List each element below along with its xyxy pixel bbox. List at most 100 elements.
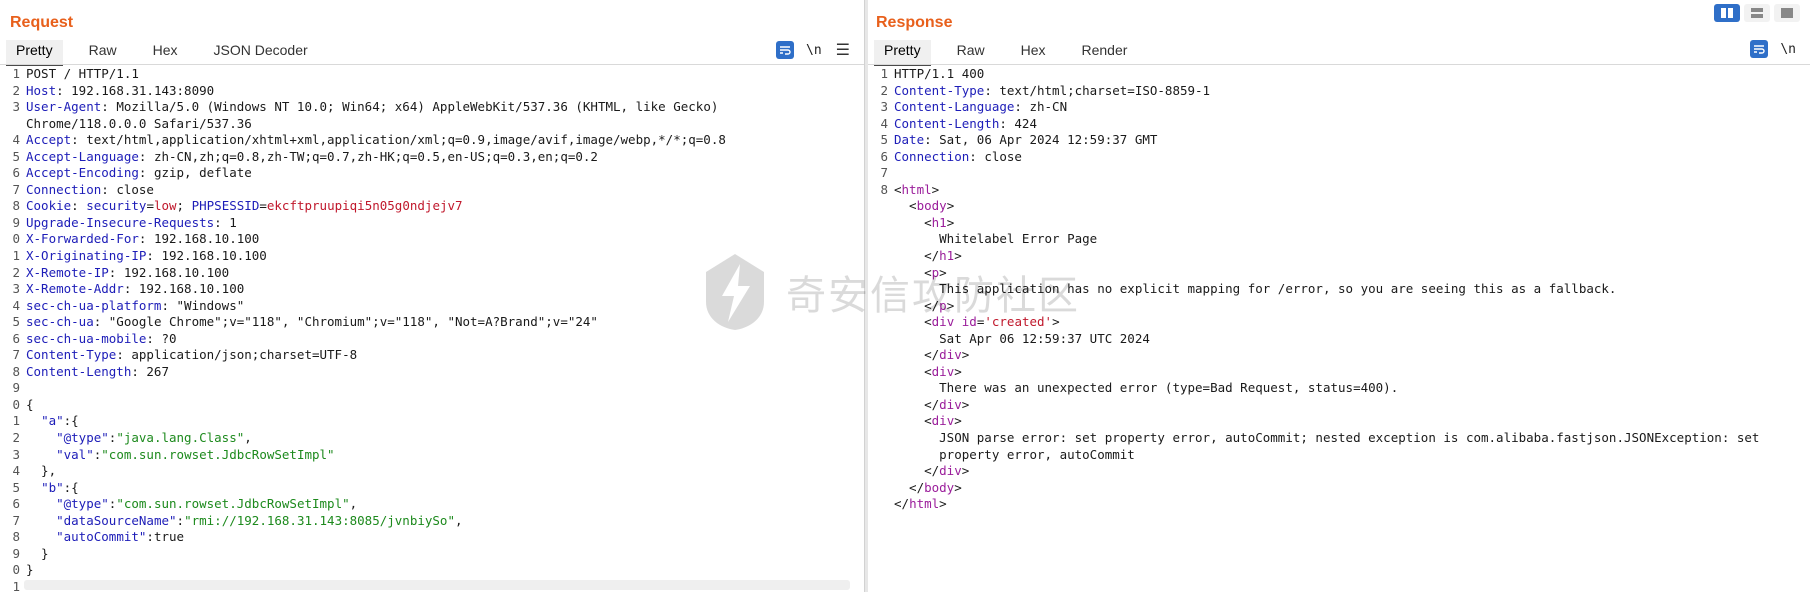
line-number: [868, 447, 894, 464]
line-content: This application has no explicit mapping…: [894, 281, 1616, 298]
line-content: User-Agent: Mozilla/5.0 (Windows NT 10.0…: [26, 99, 718, 116]
code-token: X-Forwarded-For: [26, 231, 139, 247]
newline-toggle[interactable]: \n: [806, 43, 822, 58]
code-token: "autoCommit": [56, 529, 147, 545]
line-content: Cookie: security=low; PHPSESSID=ekcftpru…: [26, 198, 463, 215]
code-line: 4 sec-ch-ua-platform: "Windows": [0, 298, 864, 315]
line-content: <div>: [894, 364, 962, 381]
code-line: 8 <html>: [868, 182, 1810, 199]
code-line: <body>: [868, 198, 1810, 215]
code-line: 8 Content-Length: 267: [0, 364, 864, 381]
line-number: 5: [12, 148, 20, 164]
single-pane-icon[interactable]: [1774, 4, 1800, 22]
response-title: Response: [876, 14, 953, 31]
tab-divider: [0, 64, 864, 65]
code-token: "com.sun.rowset.JdbcRowSetImpl": [116, 496, 350, 512]
code-token: =: [146, 198, 154, 214]
response-editor[interactable]: 1 HTTP/1.1 400 2 Content-Type: text/html;ch…: [868, 66, 1810, 592]
line-number: [0, 116, 26, 133]
code-line: 6 "@type":"com.sun.rowset.JdbcRowSetImpl…: [0, 496, 864, 513]
code-line: </div>: [868, 397, 1810, 414]
code-token: {: [26, 396, 34, 412]
line-number: 0: [12, 562, 20, 578]
wrap-lines-icon[interactable]: [1750, 40, 1769, 58]
line-content: Accept: text/html,application/xhtml+xml,…: [26, 132, 726, 149]
wrap-lines-icon[interactable]: [776, 41, 794, 59]
code-line: 2 "@type":"java.lang.Class",: [0, 430, 864, 447]
line-content: Whitelabel Error Page: [894, 231, 1097, 248]
code-token: >: [961, 396, 970, 412]
line-content: <p>: [894, 265, 947, 282]
split-horizontal-icon[interactable]: [1714, 4, 1740, 22]
line-content: Content-Type: text/html;charset=ISO-8859…: [894, 83, 1210, 100]
code-token: >: [961, 347, 970, 363]
line-content: Upgrade-Insecure-Requests: 1: [26, 215, 237, 232]
line-number: 7: [12, 512, 20, 528]
tab-render[interactable]: Render: [1072, 40, 1138, 64]
code-token: : 192.168.10.100: [123, 281, 245, 297]
split-vertical-icon[interactable]: [1744, 4, 1770, 22]
code-token: >: [954, 248, 962, 264]
code-token: : 192.168.10.100: [138, 231, 260, 247]
code-token: sec-ch-ua-platform: [26, 297, 162, 313]
code-token: Content-Length: [26, 363, 132, 379]
menu-icon[interactable]: ☰: [836, 40, 850, 60]
code-token: Accept: [26, 132, 72, 148]
code-line: 5 Date: Sat, 06 Apr 2024 12:59:37 GMT: [868, 132, 1810, 149]
line-number: 5: [880, 132, 888, 148]
line-content: "b":{: [26, 480, 79, 497]
tab-raw[interactable]: Raw: [79, 40, 127, 64]
line-content: Sat Apr 06 12:59:37 UTC 2024: [894, 331, 1150, 348]
code-token: : Mozilla/5.0 (Windows NT 10.0; Win64; x…: [101, 99, 719, 115]
code-line: 5 Accept-Language: zh-CN,zh;q=0.8,zh-TW;q…: [0, 149, 864, 166]
code-line: 3 User-Agent: Mozilla/5.0 (Windows NT 10.…: [0, 99, 864, 116]
line-content: X-Remote-Addr: 192.168.10.100: [26, 281, 244, 298]
code-token: "com.sun.rowset.JdbcRowSetImpl": [101, 446, 335, 462]
line-number: 3: [880, 99, 888, 115]
code-line: 7: [868, 165, 1810, 182]
code-line: This application has no explicit mapping…: [868, 281, 1810, 298]
line-content: property error, autoCommit: [894, 447, 1135, 464]
line-number: 3: [12, 446, 20, 462]
code-line: </h1>: [868, 248, 1810, 265]
code-token: <: [894, 198, 917, 214]
line-number: 6: [12, 496, 20, 512]
tab-pretty[interactable]: Pretty: [874, 40, 931, 66]
code-line: </p>: [868, 298, 1810, 315]
code-token: </: [894, 463, 940, 479]
response-tabs: Pretty Raw Hex Render: [874, 40, 1153, 66]
tab-hex[interactable]: Hex: [143, 40, 188, 64]
code-token: "b": [41, 479, 64, 495]
code-line: 1 "a":{: [0, 413, 864, 430]
newline-toggle[interactable]: \n: [1780, 42, 1796, 57]
code-token: ,: [455, 512, 463, 528]
code-token: X-Remote-Addr: [26, 281, 124, 297]
code-token: >: [931, 181, 940, 197]
code-line: <p>: [868, 265, 1810, 282]
line-number: [868, 397, 894, 414]
line-content: },: [26, 463, 56, 480]
tab-raw[interactable]: Raw: [947, 40, 995, 64]
code-line: 1 X-Originating-IP: 192.168.10.100: [0, 248, 864, 265]
line-number: 1: [12, 413, 20, 429]
line-content: Date: Sat, 06 Apr 2024 12:59:37 GMT: [894, 132, 1157, 149]
tab-hex[interactable]: Hex: [1011, 40, 1056, 64]
line-number: 4: [880, 115, 888, 131]
horizontal-scrollbar[interactable]: [24, 580, 850, 590]
code-token: X-Originating-IP: [26, 248, 147, 264]
line-number: [868, 331, 894, 348]
line-content: <h1>: [894, 215, 954, 232]
code-token: Whitelabel Error Page: [894, 231, 1098, 247]
tab-pretty[interactable]: Pretty: [6, 40, 63, 66]
request-editor[interactable]: 1 POST / HTTP/1.1 2 Host: 192.168.31.143:80…: [0, 66, 864, 592]
tab-json-decoder[interactable]: JSON Decoder: [204, 40, 318, 64]
response-toolbar: \n: [1738, 40, 1796, 58]
line-content: X-Remote-IP: 192.168.10.100: [26, 265, 229, 282]
line-content: X-Originating-IP: 192.168.10.100: [26, 248, 267, 265]
line-content: Content-Type: application/json;charset=U…: [26, 347, 357, 364]
code-token: div: [931, 413, 955, 429]
code-token: User-Agent: [26, 99, 102, 115]
code-line: property error, autoCommit: [868, 447, 1810, 464]
code-token: "@type": [56, 496, 109, 512]
code-token: Connection: [26, 181, 102, 197]
